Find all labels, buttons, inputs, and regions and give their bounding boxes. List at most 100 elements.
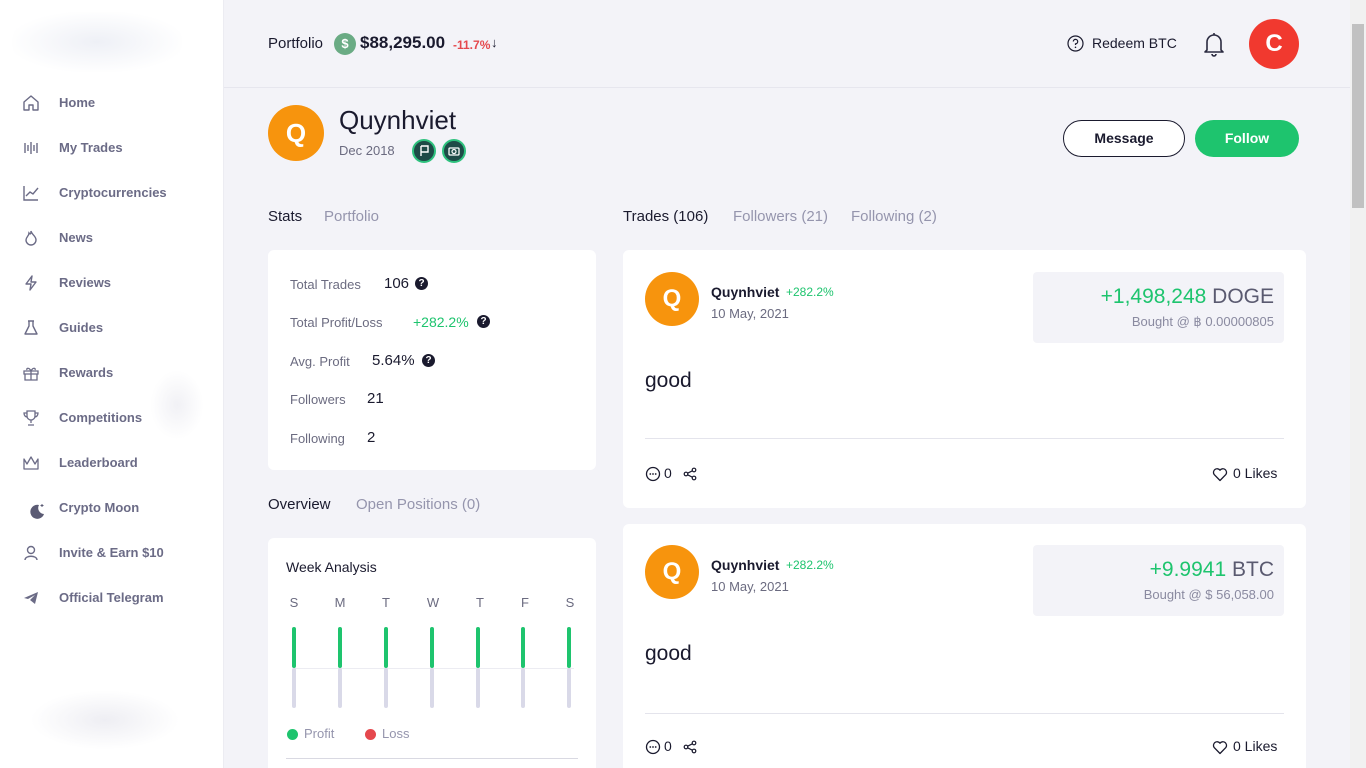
sidebar-item-invite[interactable]: Invite & Earn $10 (0, 538, 224, 568)
dollar-icon: $ (334, 33, 356, 55)
comment-count: 0 (664, 465, 672, 481)
profit-legend-label: Profit (304, 726, 335, 741)
profit-bar (338, 627, 342, 668)
loss-bar (384, 668, 388, 708)
scrollbar-thumb[interactable] (1352, 24, 1364, 208)
sidebar-item-label: Home (59, 95, 96, 110)
trade-date: 10 May, 2021 (711, 579, 789, 594)
profit-bar (384, 627, 388, 668)
trade-text: good (645, 369, 692, 392)
sidebar-item-home[interactable]: Home (0, 88, 224, 118)
sidebar-item-label: My Trades (59, 140, 123, 155)
logo[interactable] (12, 12, 182, 72)
trade-currency: BTC (1232, 558, 1274, 581)
trade-user-pct: +282.2% (786, 558, 834, 572)
trade-avatar[interactable]: Q (645, 545, 699, 599)
likes-count[interactable]: 0 Likes (1233, 465, 1277, 481)
bell-icon[interactable] (1202, 30, 1226, 58)
follow-button[interactable]: Follow (1195, 120, 1299, 157)
arrow-down-icon: ↓ (491, 35, 498, 50)
help-circle-icon[interactable] (1067, 35, 1084, 52)
trade-currency: DOGE (1212, 285, 1274, 308)
loss-bar (430, 668, 434, 708)
stat-label: Followers (290, 392, 346, 407)
sidebar-item-label: Invite & Earn $10 (59, 545, 164, 560)
trade-amount: +9.9941 BTC (1150, 558, 1274, 582)
help-icon[interactable]: ? (477, 315, 490, 328)
help-icon[interactable]: ? (415, 277, 428, 290)
sidebar-item-guides[interactable]: Guides (0, 313, 224, 343)
loss-bar (476, 668, 480, 708)
share-icon[interactable] (683, 740, 697, 754)
likes-count[interactable]: 0 Likes (1233, 738, 1277, 754)
day-label: T (382, 595, 390, 610)
trade-user-pct: +282.2% (786, 285, 834, 299)
profile-name: Quynhviet (339, 105, 457, 135)
divider (645, 438, 1284, 439)
user-icon (24, 545, 38, 561)
heart-icon[interactable] (1212, 740, 1228, 755)
loss-bar (521, 668, 525, 708)
sidebar-item-label: News (59, 230, 93, 245)
stats-card: Total Trades 106 ? Total Profit/Loss +28… (268, 250, 596, 470)
sidebar-item-label: Crypto Moon (59, 500, 140, 515)
share-icon[interactable] (683, 467, 697, 481)
day-label: F (521, 595, 529, 610)
stat-label: Following (290, 431, 345, 446)
tab-followers[interactable]: Followers (21) (733, 208, 828, 225)
trade-avatar[interactable]: Q (645, 272, 699, 326)
trade-amount-value: +1,498,248 (1100, 285, 1207, 308)
help-icon[interactable]: ? (422, 354, 435, 367)
redeem-btc-link[interactable]: Redeem BTC (1092, 35, 1177, 51)
profit-bar (430, 627, 434, 668)
portfolio-label: Portfolio (268, 35, 324, 52)
week-analysis-card: Week Analysis S M T W T F S Profit Loss (268, 538, 596, 768)
loss-bar (292, 668, 296, 708)
loss-bar (567, 668, 571, 708)
tab-open-positions[interactable]: Open Positions (0) (356, 496, 480, 513)
stat-avg-profit: 5.64% (372, 352, 415, 369)
user-avatar[interactable]: C (1249, 19, 1299, 69)
day-label: S (565, 595, 575, 610)
bolt-icon (25, 275, 37, 291)
sidebar-item-my-trades[interactable]: My Trades (0, 133, 224, 163)
decorative-blur (30, 690, 180, 750)
comment-icon[interactable] (645, 466, 661, 482)
sidebar-item-reviews[interactable]: Reviews (0, 268, 224, 298)
sidebar-item-news[interactable]: News (0, 223, 224, 253)
tab-overview[interactable]: Overview (268, 496, 331, 513)
sidebar-item-label: Cryptocurrencies (59, 185, 167, 200)
home-icon (23, 95, 39, 111)
trade-text: good (645, 642, 692, 665)
stat-followers: 21 (367, 390, 384, 407)
tab-following[interactable]: Following (2) (851, 208, 937, 225)
comment-icon[interactable] (645, 739, 661, 755)
sidebar-item-crypto-moon[interactable]: Crypto Moon (0, 493, 224, 523)
stat-following: 2 (367, 429, 376, 446)
trades-icon (24, 142, 38, 154)
sidebar-item-telegram[interactable]: Official Telegram (0, 583, 224, 613)
tab-trades[interactable]: Trades (106) (623, 208, 708, 225)
trade-amount-box: +9.9941 BTC Bought @ $ 56,058.00 (1033, 545, 1284, 616)
message-button[interactable]: Message (1063, 120, 1185, 157)
sidebar-item-leaderboard[interactable]: Leaderboard (0, 448, 224, 478)
flag-badge (412, 139, 436, 163)
trade-username[interactable]: Quynhviet (711, 557, 779, 573)
tab-portfolio[interactable]: Portfolio (324, 208, 379, 225)
trade-amount: +1,498,248 DOGE (1101, 285, 1274, 309)
heart-icon[interactable] (1212, 467, 1228, 482)
chart-icon (23, 186, 39, 201)
trade-bought-price: Bought @ ฿ 0.00000805 (1131, 314, 1274, 329)
flag-icon (420, 145, 429, 156)
baseline (294, 668, 574, 669)
trade-amount-value: +9.9941 (1149, 558, 1227, 581)
flame-icon (25, 230, 37, 246)
trade-username[interactable]: Quynhviet (711, 284, 779, 300)
tab-stats[interactable]: Stats (268, 208, 302, 225)
trade-card: Q Quynhviet +282.2% 10 May, 2021 +1,498,… (623, 250, 1306, 508)
gift-icon (23, 367, 39, 381)
decorative-blur (150, 370, 204, 440)
sidebar-item-cryptocurrencies[interactable]: Cryptocurrencies (0, 178, 224, 208)
trophy-icon (23, 410, 39, 426)
day-label: W (426, 595, 440, 610)
